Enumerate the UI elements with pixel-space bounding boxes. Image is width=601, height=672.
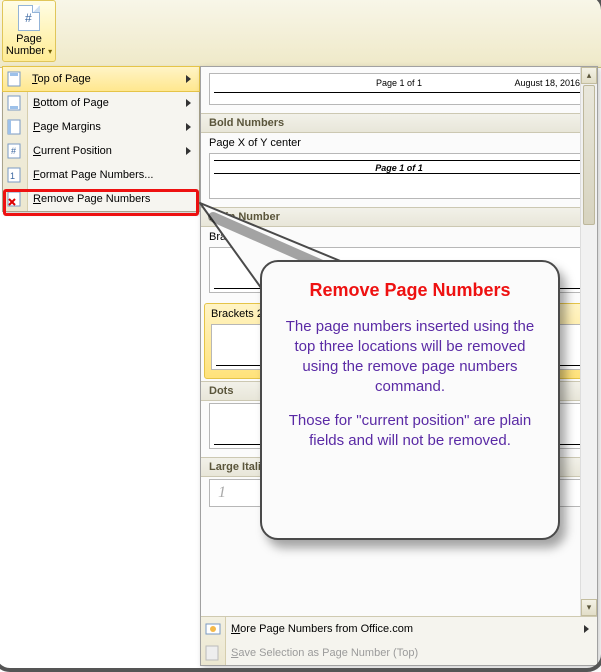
submenu-arrow-icon [186,147,191,155]
gallery-entry-dots[interactable] [201,401,597,457]
page-number-button[interactable]: Page Number ▾ [2,0,56,62]
footer-label: Save Selection as Page Number (Top) [231,647,418,659]
submenu-arrow-icon [186,75,191,83]
top-of-page-icon [7,71,23,87]
page-number-label-1: Page [3,33,55,45]
gallery-scrollbar[interactable]: ▴ ▾ [580,67,597,616]
gallery-preview [209,247,589,293]
dd-remove-page-numbers[interactable]: Remove Page Numbers [3,187,199,211]
top-of-page-gallery: Page 1 of 1 August 18, 2016 Bold Numbers… [200,66,598,666]
page-number-dropdown: Top of Page Bottom of Page Page Margins … [2,66,200,212]
gallery-category: Bold Numbers [201,113,597,133]
dd-label: Bottom of Page [33,97,109,109]
ribbon: Page Number ▾ [0,0,601,68]
gallery-entry-title: Brackets 2 [211,306,587,324]
bottom-of-page-icon [7,95,23,111]
svg-text:#: # [11,146,16,156]
submenu-arrow-icon [186,123,191,131]
dd-label: Current Position [33,145,112,157]
submenu-arrow-icon [584,625,589,633]
remove-page-numbers-icon [7,191,23,207]
scroll-thumb[interactable] [583,85,595,225]
submenu-arrow-icon [186,99,191,107]
page-number-label-2: Number ▾ [3,45,55,58]
page-number-icon [18,5,40,31]
office-com-icon [205,621,221,637]
page-margins-icon [7,119,23,135]
preview-text: August 18, 2016 [514,78,580,88]
chevron-down-icon: ▾ [48,47,52,56]
gallery-category: Plain Number [201,207,597,227]
gallery-category: Dots [201,381,597,401]
footer-label: More Page Numbers from Office.com [231,623,413,635]
gallery-preview: 1 [209,479,589,507]
dd-format-page-numbers[interactable]: 1 Format Page Numbers... [3,163,199,187]
dd-label: Top of Page [32,73,91,85]
gallery-preview: Page 1 of 1 August 18, 2016 [209,73,589,105]
dd-top-of-page[interactable]: Top of Page [2,66,200,92]
save-selection-as-page-number: Save Selection as Page Number (Top) [201,641,597,665]
gallery-preview: Page 1 of 1 [209,153,589,199]
scroll-up-button[interactable]: ▴ [581,67,597,84]
save-selection-icon [205,645,221,661]
gallery-preview [209,403,589,449]
dd-label: Format Page Numbers... [33,169,153,181]
dd-current-position[interactable]: # Current Position [3,139,199,163]
dd-label: Page Margins [33,121,101,133]
gallery-entry-title: Page X of Y center [209,135,589,153]
gallery-entry-brackets-2[interactable]: Brackets 2 [204,303,594,379]
gallery-category: Large Italics 1 [201,457,597,477]
svg-text:1: 1 [10,171,15,181]
gallery-footer: More Page Numbers from Office.com Save S… [201,616,597,665]
gallery-entry-brackets-1[interactable]: Brackets 1 [201,227,597,301]
gallery-entry[interactable]: Page X of Y center Page 1 of 1 [201,133,597,207]
gallery-entry-title: Brackets 1 [209,229,589,247]
dd-page-margins[interactable]: Page Margins [3,115,199,139]
gallery-entry[interactable]: Page 1 of 1 August 18, 2016 [201,67,597,113]
gallery-entry-large-italics[interactable]: 1 [201,477,597,515]
preview-text: Page 1 of 1 [210,163,588,173]
format-page-numbers-icon: 1 [7,167,23,183]
preview-text: 1 [218,484,226,502]
dd-bottom-of-page[interactable]: Bottom of Page [3,91,199,115]
dd-label: Remove Page Numbers [33,193,150,205]
current-position-icon: # [7,143,23,159]
gallery-preview [211,324,587,370]
more-page-numbers[interactable]: More Page Numbers from Office.com [201,617,597,641]
scroll-down-button[interactable]: ▾ [581,599,597,616]
